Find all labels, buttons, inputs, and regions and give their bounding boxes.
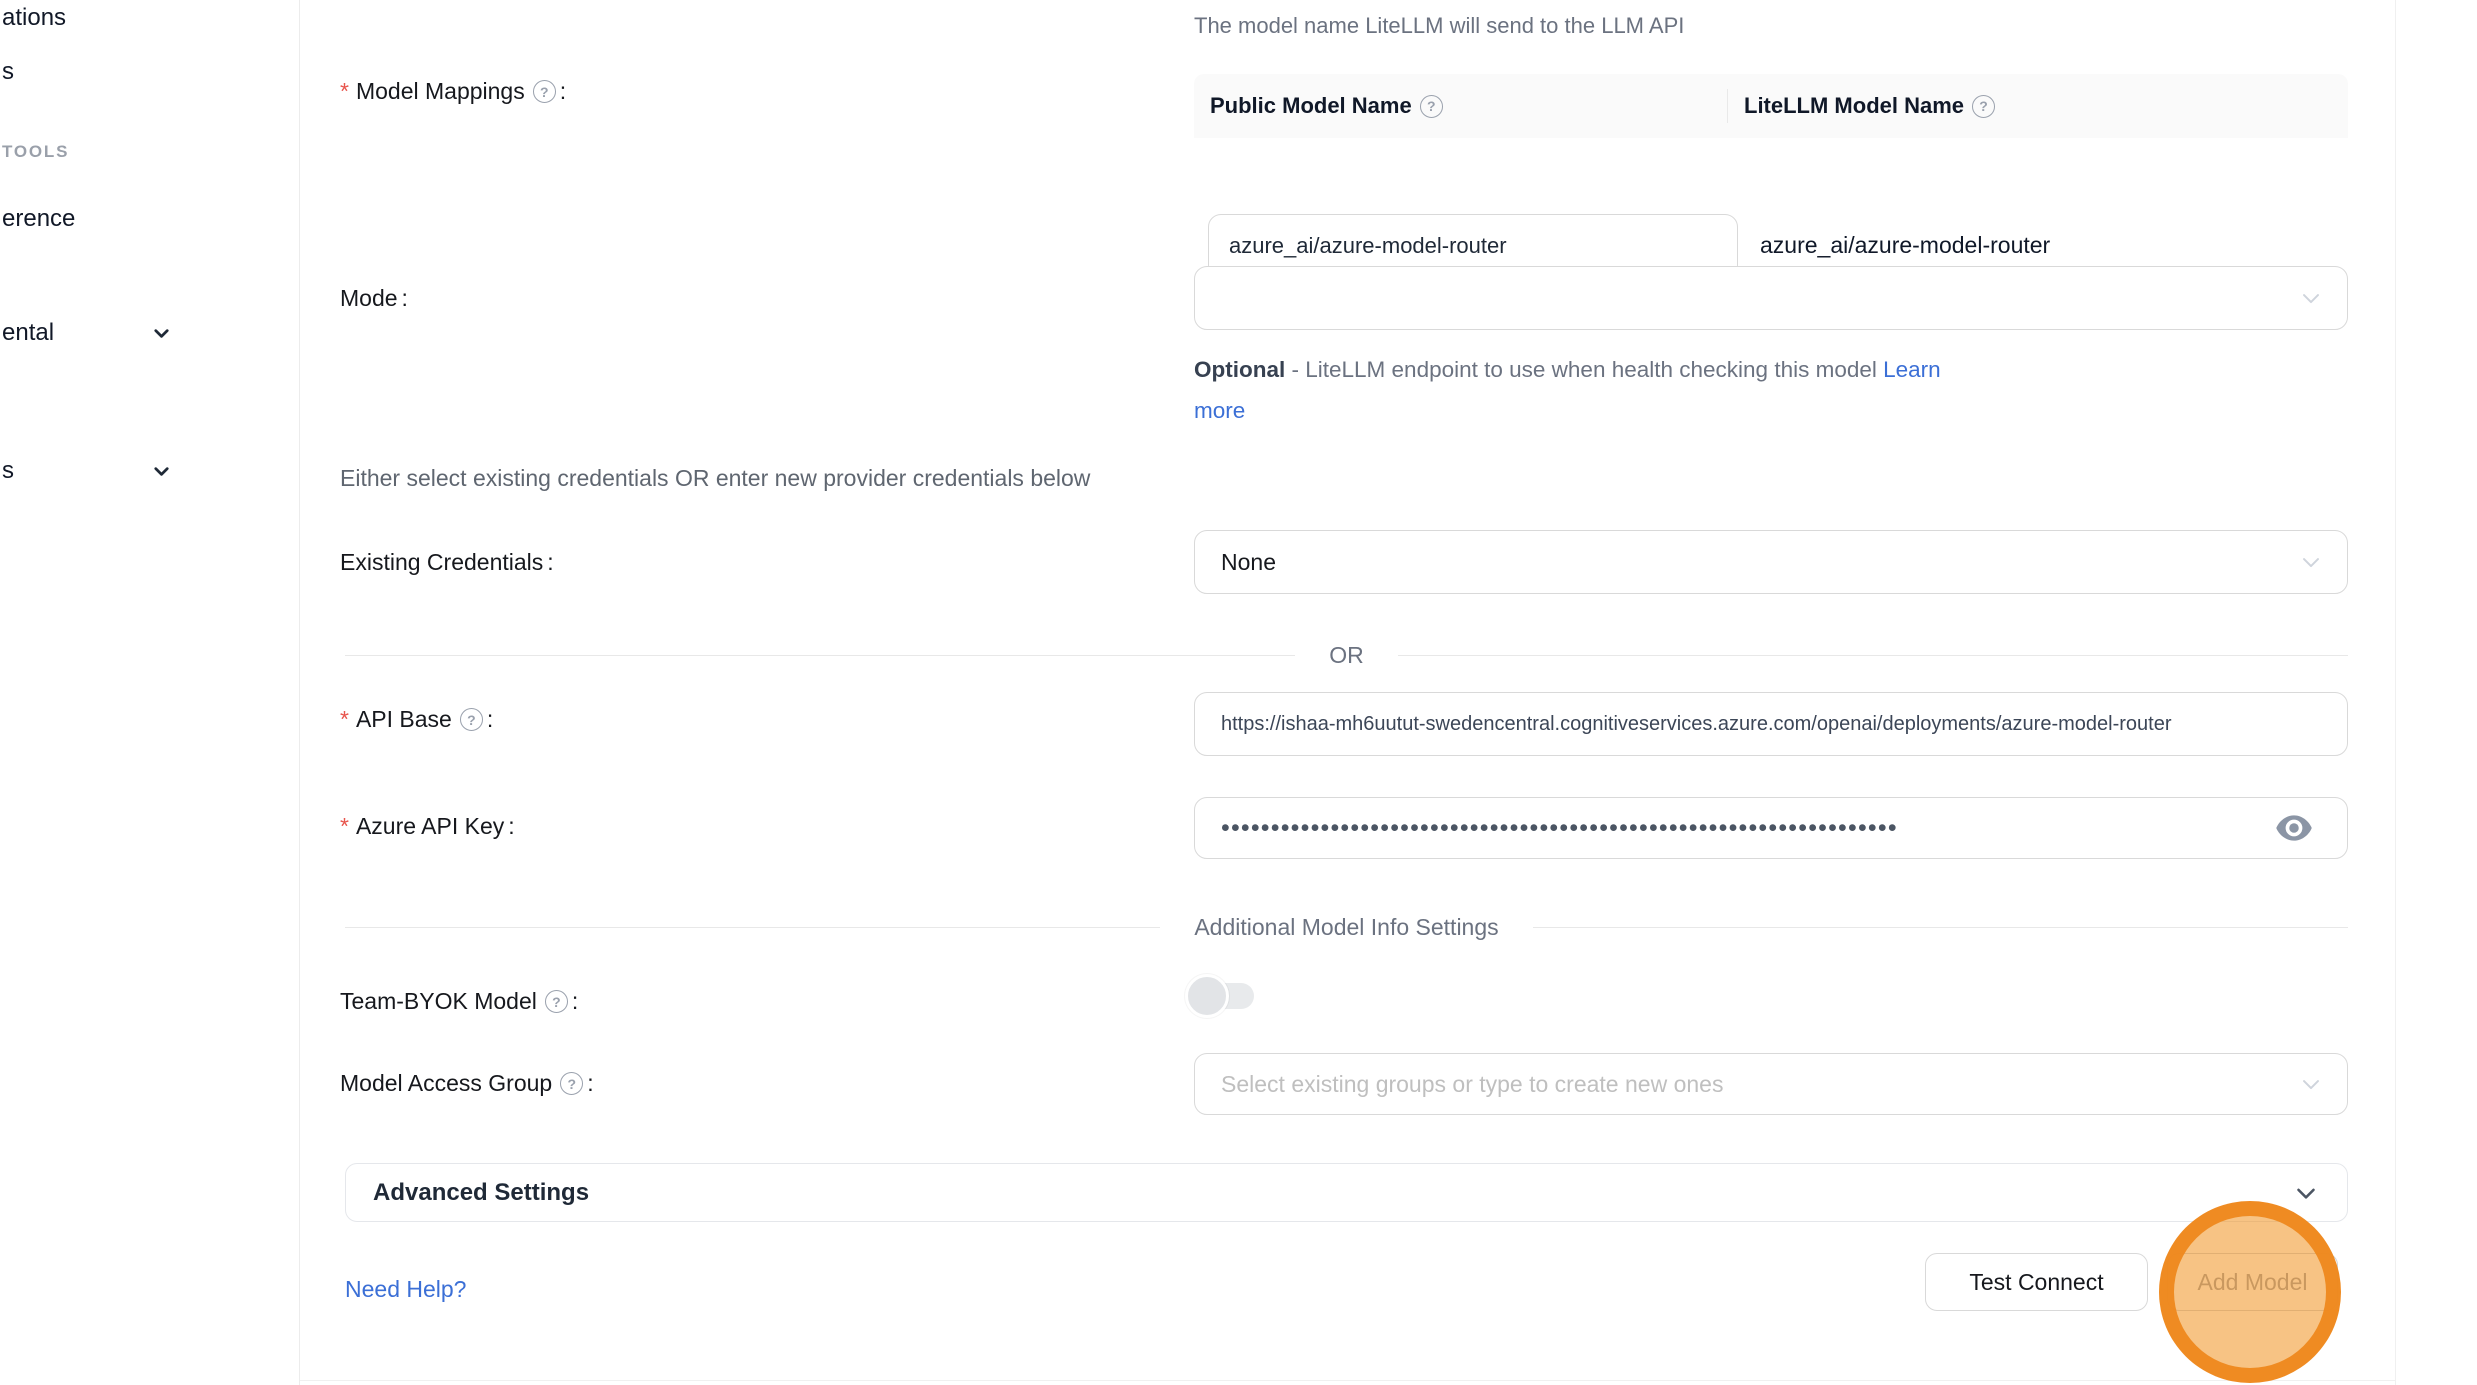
chevron-down-icon	[150, 460, 173, 483]
content-card-bottom-border	[300, 1380, 2396, 1381]
help-icon[interactable]: ?	[560, 1072, 583, 1095]
azure-api-key-input[interactable]: ••••••••••••••••••••••••••••••••••••••••…	[1194, 797, 2348, 859]
team-byok-label: Team-BYOK Model ? :	[340, 988, 578, 1015]
test-connect-button[interactable]: Test Connect	[1925, 1253, 2148, 1311]
model-access-group-select[interactable]: Select existing groups or type to create…	[1194, 1053, 2348, 1115]
additional-settings-divider: Additional Model Info Settings	[345, 914, 2348, 941]
chevron-down-icon	[2297, 284, 2325, 312]
help-icon[interactable]: ?	[1420, 95, 1443, 118]
existing-credentials-select[interactable]: None	[1194, 530, 2348, 594]
model-access-group-placeholder: Select existing groups or type to create…	[1195, 1071, 1723, 1098]
advanced-settings-title: Advanced Settings	[346, 1179, 589, 1207]
model-name-helper-text: The model name LiteLLM will send to the …	[1194, 13, 1684, 39]
api-base-input[interactable]	[1194, 692, 2348, 756]
team-byok-toggle[interactable]	[1185, 974, 1255, 1018]
sidebar-item-3[interactable]: erence	[2, 205, 75, 233]
sidebar-item-2[interactable]: s	[2, 58, 14, 86]
eye-icon[interactable]	[2275, 813, 2313, 843]
chevron-down-icon	[150, 322, 173, 345]
sidebar-item-5[interactable]: s	[2, 457, 14, 485]
sidebar: ations s TOOLS erence ental s	[0, 0, 300, 1385]
need-help-link[interactable]: Need Help?	[345, 1276, 466, 1303]
model-mappings-header: Public Model Name ? LiteLLM Model Name ?	[1194, 74, 2348, 138]
api-base-label: * API Base ? :	[340, 706, 493, 733]
litellm-model-name-header: LiteLLM Model Name ?	[1728, 93, 1995, 119]
masked-api-key: ••••••••••••••••••••••••••••••••••••••••…	[1195, 814, 2245, 843]
add-model-page: ations s TOOLS erence ental s The model …	[0, 0, 2477, 1385]
help-icon[interactable]: ?	[1972, 95, 1995, 118]
toggle-knob	[1185, 974, 1229, 1018]
required-marker: *	[340, 78, 349, 105]
advanced-settings-panel[interactable]: Advanced Settings	[345, 1163, 2348, 1222]
existing-credentials-label: Existing Credentials:	[340, 549, 554, 576]
chevron-down-icon	[2291, 1178, 2321, 1208]
model-mappings-label: * Model Mappings ? :	[340, 78, 566, 105]
sidebar-item-4[interactable]: ental	[2, 319, 54, 347]
or-divider: OR	[345, 642, 2348, 669]
mode-helper-text: Optional - LiteLLM endpoint to use when …	[1194, 349, 1984, 431]
required-marker: *	[340, 813, 349, 840]
credentials-note: Either select existing credentials OR en…	[340, 465, 1090, 492]
chevron-down-icon	[2297, 548, 2325, 576]
required-marker: *	[340, 706, 349, 733]
mode-select[interactable]	[1194, 266, 2348, 330]
mode-label: Mode:	[340, 285, 408, 312]
content-card-right-border	[2395, 0, 2396, 1385]
existing-credentials-value: None	[1195, 549, 1276, 576]
model-access-group-label: Model Access Group ? :	[340, 1070, 594, 1097]
azure-api-key-label: * Azure API Key :	[340, 813, 515, 840]
help-icon[interactable]: ?	[460, 708, 483, 731]
or-divider-text: OR	[1329, 642, 1364, 669]
public-model-name-header: Public Model Name ?	[1194, 93, 1727, 119]
add-model-button[interactable]: Add Model	[2167, 1253, 2338, 1311]
litellm-model-name-value: azure_ai/azure-model-router	[1760, 232, 2050, 259]
help-icon[interactable]: ?	[545, 990, 568, 1013]
sidebar-section-tools: TOOLS	[2, 142, 69, 162]
sidebar-item-1[interactable]: ations	[2, 4, 66, 32]
additional-settings-divider-text: Additional Model Info Settings	[1194, 914, 1498, 941]
help-icon[interactable]: ?	[533, 80, 556, 103]
chevron-down-icon	[2297, 1070, 2325, 1098]
